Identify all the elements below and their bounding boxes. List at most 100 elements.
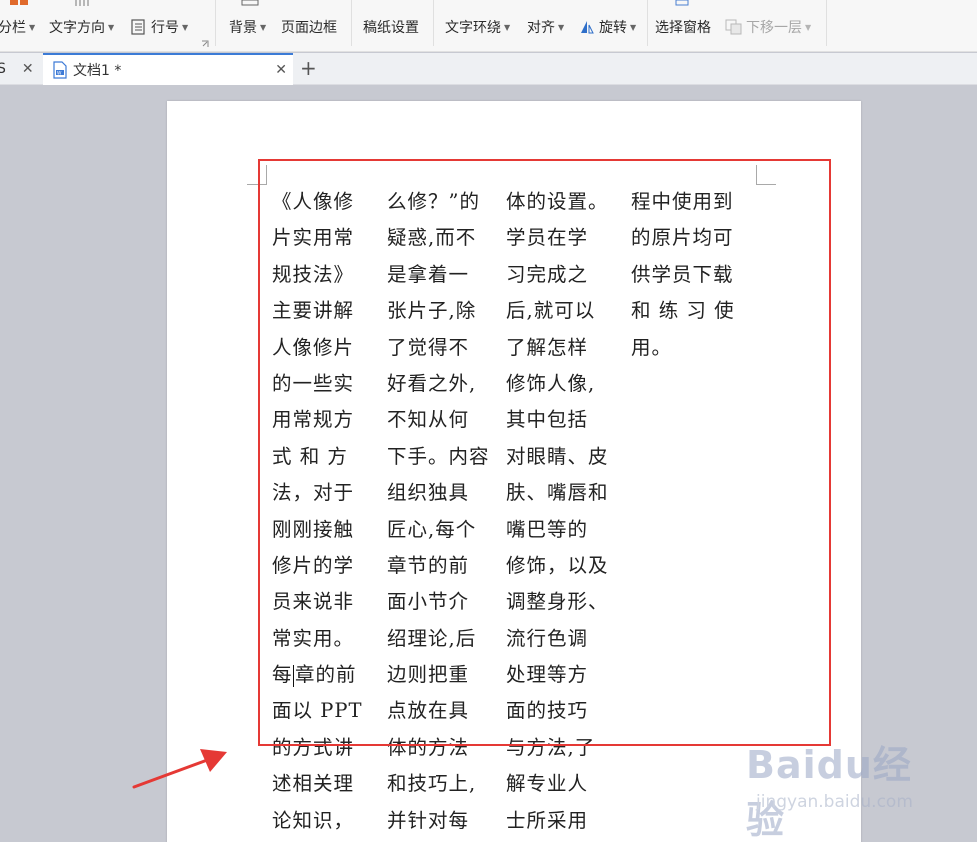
text-line: 下手。内容	[387, 444, 490, 468]
text-line: 人像修片	[272, 335, 355, 359]
text-line: 体的方法	[387, 735, 470, 759]
text-line: 面小节介	[387, 590, 470, 614]
text-line: 疑惑,而不	[387, 226, 477, 250]
manuscript-settings-label: 稿纸设置	[363, 20, 419, 36]
watermark-brand: Baidu经验	[746, 743, 912, 842]
close-icon[interactable]: ✕	[275, 62, 287, 78]
text-line: 解专业人	[506, 772, 589, 796]
text-line: 好看之外,	[387, 371, 477, 395]
tab-document1-label: 文档1 *	[73, 63, 122, 79]
chevron-down-icon: ▼	[108, 22, 115, 32]
align-label: 对齐	[527, 20, 555, 36]
text-line: 的原片均可	[631, 226, 734, 250]
chevron-down-icon: ▼	[504, 22, 511, 32]
chevron-down-icon: ▼	[630, 22, 637, 32]
dialog-launcher-icon[interactable]	[201, 40, 209, 48]
text-line: 边则把重	[387, 663, 470, 687]
text-direction-label: 文字方向	[49, 20, 105, 36]
line-numbers-button[interactable]: 行号 ▼	[130, 17, 188, 37]
rotate-label: 旋转	[599, 20, 627, 36]
text-line: 修饰，以及	[506, 553, 609, 577]
text-line: 面以 PPT	[272, 699, 363, 723]
red-arrow-icon	[132, 749, 227, 789]
document-icon: W	[53, 61, 67, 79]
text-line: 的方式讲	[272, 735, 355, 759]
chevron-down-icon: ▼	[558, 22, 565, 32]
document-page[interactable]: 《人像修 片实用常 规技法》 主要讲解 人像修片 的一些实 用常规方式 和 方法，对于 刚刚接…	[167, 101, 861, 842]
text-line: 主要讲解	[272, 299, 355, 323]
chevron-down-icon: ▼	[182, 22, 189, 32]
text-line: 调整身形、	[506, 590, 609, 614]
manuscript-settings-button[interactable]: 稿纸设置	[363, 17, 419, 37]
text-line: 是拿着一	[387, 262, 470, 286]
text-column-2: 么修？”的 疑惑,而不 是拿着一 张片子,除 了觉得不 好看之外, 不知从何 下手。内容 组织独…	[387, 184, 495, 839]
text-line: 面的技巧	[506, 699, 589, 723]
new-tab-button[interactable]: +	[300, 57, 317, 79]
text-line: 每章的前	[272, 663, 357, 687]
background-button[interactable]: 背景 ▼	[229, 17, 266, 37]
margin-corner-marker	[247, 165, 267, 185]
page-border-button[interactable]: 页面边框	[281, 17, 337, 37]
text-line: 刚刚接触	[272, 517, 355, 541]
text-line: 用常规方	[272, 408, 355, 432]
text-wrap-label: 文字环绕	[445, 20, 501, 36]
chevron-down-icon: ▼	[29, 22, 36, 32]
text-line: 论知识，	[272, 808, 355, 832]
watermark-url: jingyan.baidu.com	[756, 792, 913, 812]
tab-previous-document[interactable]: S ✕	[0, 53, 43, 85]
text-line: 用。	[631, 335, 673, 359]
text-direction-button[interactable]: 文字方向 ▼	[49, 17, 114, 37]
baidu-jingyan-watermark: Baidu经验 jingyan.baidu.com	[746, 734, 936, 842]
text-line: 法，对于	[272, 481, 355, 505]
text-column-3: 体的设置。 学员在学 习完成之 后,就可以 了解怎样 修饰人像, 其中包括 对眼睛、皮 肤、嘴唇…	[506, 184, 614, 839]
text-line: 嘴巴等的	[506, 517, 589, 541]
columns-icon-top	[10, 0, 28, 5]
text-cursor	[292, 664, 295, 687]
columns-button[interactable]: 分栏 ▼	[0, 17, 35, 37]
text-line: 修片的学	[272, 553, 355, 577]
chevron-down-icon: ▼	[805, 22, 812, 32]
ribbon-separator	[215, 0, 216, 46]
selection-pane-icon-top	[675, 0, 689, 6]
plus-icon: +	[300, 56, 317, 80]
columns-label: 分栏	[0, 20, 26, 36]
text-direction-icon-top	[75, 0, 89, 6]
line-numbers-icon	[131, 19, 145, 35]
rotate-icon	[581, 21, 594, 34]
background-icon-top	[241, 0, 259, 6]
chevron-down-icon: ▼	[260, 22, 267, 32]
ribbon-separator	[433, 0, 434, 46]
line-numbers-label: 行号	[151, 20, 179, 36]
text-line: 了觉得不	[387, 335, 470, 359]
text-line: 点放在具	[387, 699, 470, 723]
text-line: 组织独具	[387, 481, 470, 505]
text-line: 员来说非	[272, 590, 355, 614]
page-border-label: 页面边框	[281, 20, 337, 36]
ribbon-separator	[351, 0, 352, 46]
ribbon-separator	[826, 0, 827, 46]
margin-corner-marker	[756, 165, 776, 185]
text-line: 修饰人像,	[506, 371, 596, 395]
text-column-4: 程中使用到 的原片均可 供学员下载和 练 习 使用。	[631, 184, 757, 366]
rotate-button[interactable]: 旋转 ▼	[578, 17, 636, 37]
ribbon-toolbar: 分栏 ▼ 文字方向 ▼ 行号 ▼ 背景 ▼ 页面边框 稿纸设置 文字环绕 ▼ 对齐 ▼ 旋转…	[0, 0, 977, 52]
text-line: 和技巧上,	[387, 772, 477, 796]
text-line: 流行色调	[506, 626, 589, 650]
selection-pane-button[interactable]: 选择窗格	[655, 17, 711, 37]
background-label: 背景	[229, 20, 257, 36]
text-line: 处理等方	[506, 663, 589, 687]
text-line: 并针对每	[387, 808, 470, 832]
send-backward-icon	[725, 19, 742, 35]
text-line: 绍理论,后	[387, 626, 477, 650]
text-line: 规技法》	[272, 262, 355, 286]
text-wrap-button[interactable]: 文字环绕 ▼	[445, 17, 510, 37]
close-icon[interactable]: ✕	[22, 61, 34, 77]
text-line: 后,就可以	[506, 299, 596, 323]
send-backward-button[interactable]: 下移一层 ▼	[725, 17, 811, 37]
text-line: 述相关理	[272, 772, 355, 796]
text-line: 了解怎样	[506, 335, 589, 359]
align-button[interactable]: 对齐 ▼	[527, 17, 564, 37]
text-line: 与方法,了	[506, 735, 596, 759]
tab-document1[interactable]: W 文档1 * ✕	[43, 53, 293, 85]
ribbon-separator	[647, 0, 648, 46]
